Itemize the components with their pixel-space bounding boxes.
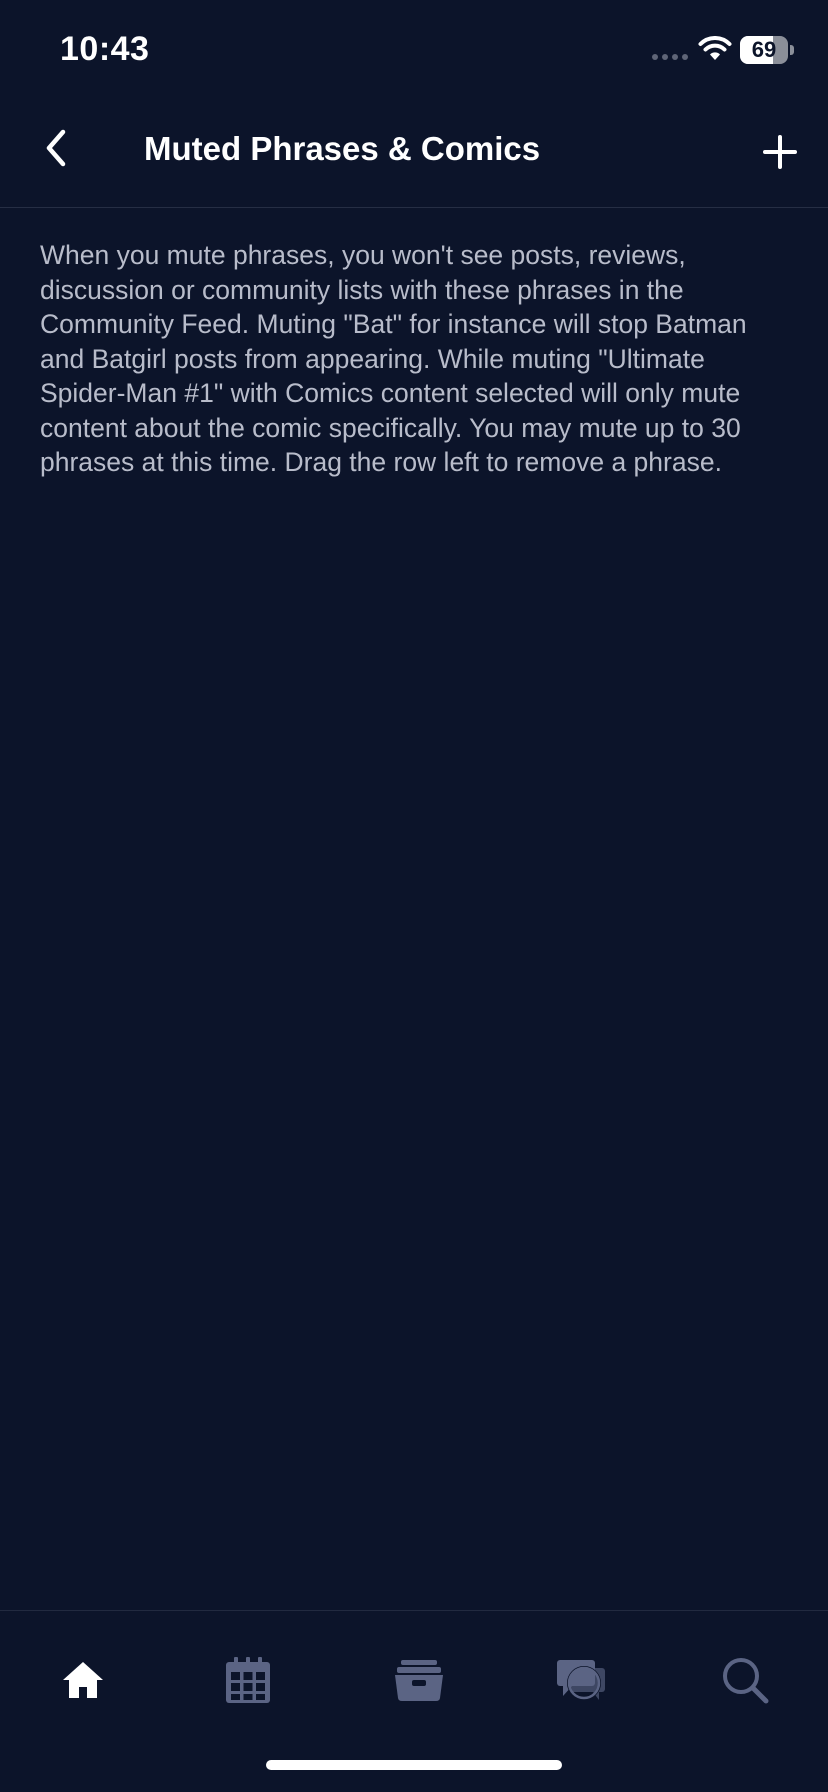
- signal-dots-icon: [652, 54, 688, 60]
- status-time: 10:43: [60, 30, 150, 68]
- muted-phrases-description: When you mute phrases, you won't see pos…: [40, 240, 747, 477]
- plus-icon: [763, 135, 797, 169]
- page-title: Muted Phrases & Comics: [144, 130, 541, 167]
- calendar-icon: [226, 1657, 270, 1703]
- tab-community[interactable]: [546, 1647, 616, 1713]
- battery-icon: 69: [740, 36, 794, 64]
- tab-calendar[interactable]: [213, 1647, 283, 1713]
- tab-home[interactable]: [48, 1647, 118, 1713]
- search-icon: [723, 1658, 769, 1704]
- add-phrase-button[interactable]: [752, 124, 808, 180]
- status-bar: 10:43 69: [0, 0, 828, 100]
- archive-box-icon: [395, 1660, 443, 1701]
- battery-level: 69: [751, 37, 777, 62]
- chat-bubbles-icon: [557, 1660, 605, 1700]
- chevron-left-icon: [46, 129, 66, 167]
- tab-search[interactable]: [710, 1647, 780, 1713]
- tab-collection[interactable]: [384, 1647, 454, 1713]
- back-button[interactable]: [28, 120, 84, 176]
- navigation-bar: Muted Phrases & Comics: [0, 100, 828, 208]
- wifi-icon: [698, 36, 732, 60]
- home-indicator[interactable]: [266, 1760, 562, 1770]
- home-icon: [63, 1662, 103, 1698]
